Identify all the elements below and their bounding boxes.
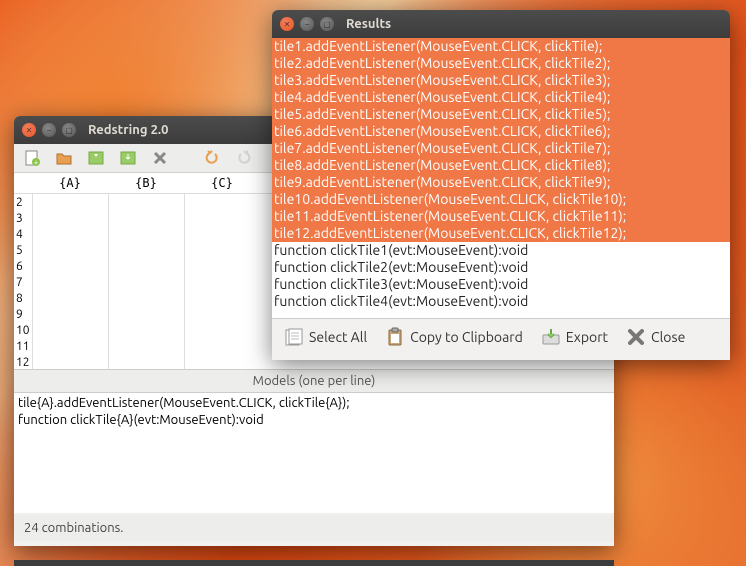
column-b[interactable] — [108, 194, 184, 369]
models-header: Models (one per line) — [14, 370, 614, 393]
results-toolbar: Select All Copy to Clipboard Export Clos… — [272, 318, 730, 355]
column-c[interactable] — [184, 194, 260, 369]
redo-icon[interactable] — [234, 148, 254, 168]
status-bar: 24 combinations. — [14, 515, 614, 541]
results-window: ✕ – ▢ Results tile1.addEventListener(Mou… — [272, 10, 730, 360]
models-textarea[interactable]: tile{A}.addEventListener(MouseEvent.CLIC… — [14, 393, 614, 513]
copy-button[interactable]: Copy to Clipboard — [381, 325, 527, 349]
clipboard-icon — [385, 327, 405, 347]
export-button[interactable]: Export — [537, 325, 612, 349]
close-icon[interactable]: ✕ — [280, 17, 294, 31]
svg-text:+: + — [34, 158, 39, 167]
column-a[interactable] — [32, 194, 108, 369]
undo-icon[interactable] — [202, 148, 222, 168]
close-button[interactable]: Close — [622, 325, 689, 349]
column-b-header[interactable]: {B} — [108, 173, 184, 193]
select-all-icon — [284, 327, 304, 347]
close-icon[interactable]: ✕ — [22, 123, 36, 137]
minimize-icon[interactable]: – — [300, 17, 314, 31]
column-c-header[interactable]: {C} — [184, 173, 260, 193]
maximize-icon[interactable]: ▢ — [62, 123, 76, 137]
delete-icon[interactable] — [150, 148, 170, 168]
save-down-icon[interactable] — [118, 148, 138, 168]
maximize-icon[interactable]: ▢ — [320, 17, 334, 31]
column-a-header[interactable]: {A} — [32, 173, 108, 193]
results-title: Results — [346, 17, 391, 31]
close-x-icon — [626, 327, 646, 347]
redstring-title: Redstring 2.0 — [88, 123, 168, 137]
export-icon — [541, 327, 561, 347]
open-folder-icon[interactable] — [54, 148, 74, 168]
select-all-button[interactable]: Select All — [280, 325, 371, 349]
minimize-icon[interactable]: – — [42, 123, 56, 137]
line-numbers: 23456789101112 — [14, 194, 32, 369]
results-titlebar[interactable]: ✕ – ▢ Results — [272, 10, 730, 38]
results-text[interactable]: tile1.addEventListener(MouseEvent.CLICK,… — [272, 38, 730, 318]
save-icon[interactable] — [86, 148, 106, 168]
new-file-icon[interactable]: + — [22, 148, 42, 168]
